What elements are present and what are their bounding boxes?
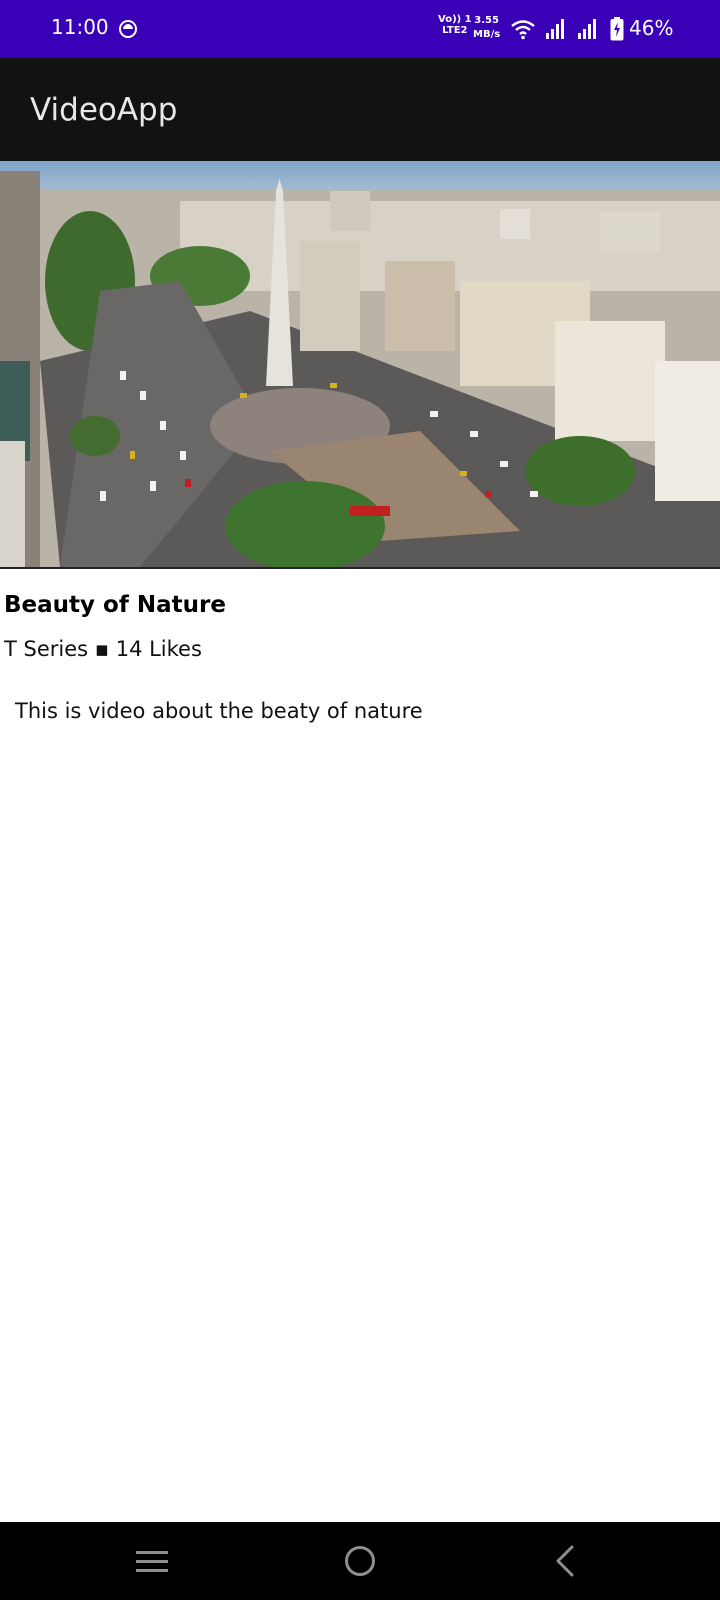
home-icon[interactable] [338, 1539, 382, 1583]
battery-charging-icon [610, 17, 624, 41]
back-icon[interactable] [545, 1539, 589, 1583]
app-title: VideoApp [30, 92, 178, 128]
network-speed-value: 3.55 [474, 15, 499, 26]
video-title: Beauty of Nature [4, 592, 226, 618]
channel-name: T Series [4, 637, 89, 661]
signal-sim1-icon [546, 19, 564, 39]
network-speed: 3.55 MB/s [473, 14, 500, 42]
wifi-icon [511, 20, 535, 40]
system-nav-bar [0, 1522, 720, 1600]
video-player[interactable] [0, 161, 720, 569]
notification-icon [119, 20, 137, 38]
menu-icon[interactable] [130, 1539, 174, 1583]
network-speed-unit: MB/s [473, 29, 501, 40]
network-volte-label: Vo)) 1 [438, 14, 472, 25]
video-frame [0, 161, 720, 567]
app-bar: VideoApp [0, 58, 720, 161]
battery-percent: 46% [629, 16, 674, 40]
status-bar: 11:00 Vo)) 1 LTE2 3.55 MB/s 46% [0, 0, 720, 58]
video-meta: T Series ▪ 14 Likes [4, 637, 202, 661]
meta-separator: ▪ [94, 637, 110, 661]
status-time: 11:00 [51, 15, 109, 39]
likes-count: 14 Likes [115, 637, 202, 661]
network-lte-label: LTE2 [442, 25, 468, 36]
network-type-indicator: Vo)) 1 LTE2 [438, 14, 472, 36]
signal-sim2-icon [578, 19, 596, 39]
video-description: This is video about the beaty of nature [15, 699, 423, 723]
